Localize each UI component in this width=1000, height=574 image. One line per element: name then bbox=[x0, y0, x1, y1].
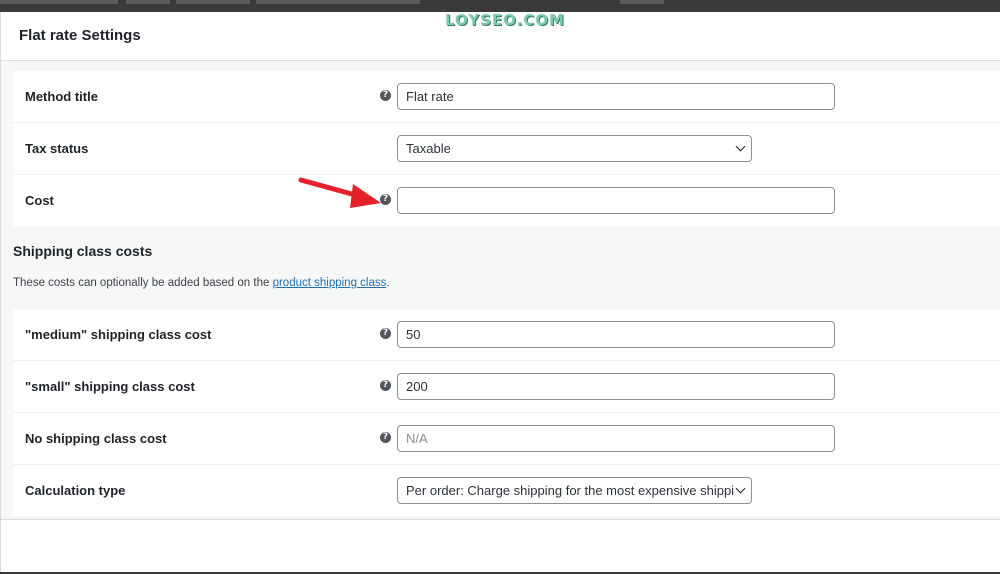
method-title-label: Method title bbox=[25, 89, 98, 104]
top-bar-segment bbox=[256, 0, 420, 4]
help-tip-icon[interactable]: ? bbox=[380, 328, 391, 339]
medium-class-label: "medium" shipping class cost bbox=[25, 327, 212, 342]
no-class-row: No shipping class cost ? N/A bbox=[13, 413, 1000, 465]
modal-body: Method title ? Flat rate Tax status Taxa… bbox=[1, 61, 1000, 520]
chevron-down-icon bbox=[735, 483, 746, 494]
shipping-class-costs-heading: Shipping class costs bbox=[13, 243, 153, 259]
calculation-type-label: Calculation type bbox=[25, 483, 126, 498]
method-title-row: Method title ? Flat rate bbox=[13, 71, 1000, 123]
calculation-type-row: Calculation type Per order: Charge shipp… bbox=[13, 465, 1000, 516]
modal-footer bbox=[1, 520, 1000, 572]
no-class-label: No shipping class cost bbox=[25, 431, 167, 446]
calculation-type-value: Per order: Charge shipping for the most … bbox=[406, 483, 734, 498]
cost-label: Cost bbox=[25, 193, 54, 208]
cost-input[interactable] bbox=[397, 187, 835, 214]
help-tip-icon[interactable]: ? bbox=[380, 432, 391, 443]
help-tip-icon[interactable]: ? bbox=[380, 380, 391, 391]
top-bar-segment bbox=[126, 0, 170, 4]
product-shipping-class-link[interactable]: product shipping class bbox=[273, 277, 387, 289]
small-class-label: "small" shipping class cost bbox=[25, 379, 195, 394]
description-suffix: . bbox=[386, 277, 390, 289]
tax-status-label: Tax status bbox=[25, 141, 89, 156]
chevron-down-icon bbox=[735, 141, 746, 152]
small-class-row: "small" shipping class cost ? 200 bbox=[13, 361, 1000, 413]
top-bar-segment bbox=[176, 0, 250, 4]
cost-row: Cost ? bbox=[13, 175, 1000, 226]
shipping-class-table: "medium" shipping class cost ? 50 "small… bbox=[13, 309, 1000, 516]
shipping-class-costs-description: These costs can optionally be added base… bbox=[13, 277, 390, 289]
no-class-cost-input[interactable]: N/A bbox=[397, 425, 835, 452]
settings-modal: Flat rate Settings Method title ? Flat r… bbox=[0, 12, 1000, 572]
top-bar-segment bbox=[620, 0, 664, 4]
top-bar-segment bbox=[0, 0, 118, 4]
tax-status-row: Tax status Taxable bbox=[13, 123, 1000, 175]
method-title-input[interactable]: Flat rate bbox=[397, 83, 835, 110]
calculation-type-select[interactable]: Per order: Charge shipping for the most … bbox=[397, 477, 752, 504]
medium-class-cost-input[interactable]: 50 bbox=[397, 321, 835, 348]
general-settings-table: Method title ? Flat rate Tax status Taxa… bbox=[13, 71, 1000, 226]
modal-title: Flat rate Settings bbox=[19, 27, 141, 44]
red-arrow-annotation bbox=[298, 177, 381, 208]
description-text: These costs can optionally be added base… bbox=[13, 277, 270, 289]
medium-class-row: "medium" shipping class cost ? 50 bbox=[13, 309, 1000, 361]
small-class-cost-input[interactable]: 200 bbox=[397, 373, 835, 400]
help-tip-icon[interactable]: ? bbox=[380, 90, 391, 101]
tax-status-value: Taxable bbox=[406, 141, 451, 156]
watermark: LOYSEO.COM bbox=[445, 11, 565, 29]
tax-status-select[interactable]: Taxable bbox=[397, 135, 752, 162]
